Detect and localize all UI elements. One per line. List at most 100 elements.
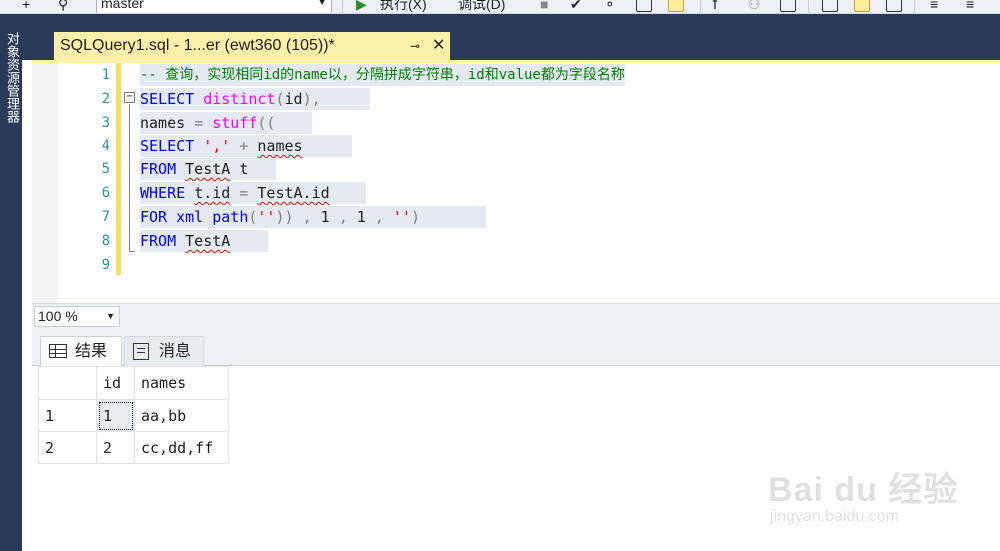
tab-messages[interactable]: 消息	[124, 336, 204, 366]
code-operator: =	[239, 184, 249, 202]
row-header[interactable]: 2	[38, 431, 97, 464]
code-identifier: id	[284, 90, 303, 108]
code-keyword: FROM	[140, 160, 177, 178]
tab-results[interactable]: 结果	[40, 336, 122, 366]
object-explorer-side-tab[interactable]: 对象资源管理器	[0, 14, 22, 551]
code-keyword: FOR	[140, 208, 168, 226]
code-punct: ,	[374, 208, 384, 226]
code-keyword: FROM	[140, 232, 177, 250]
line-number: 3	[101, 115, 110, 131]
chevron-down-icon: ▼	[317, 0, 327, 8]
execute-button[interactable]: 执行(X)	[380, 0, 427, 13]
tab-results-label: 结果	[75, 341, 108, 360]
code-operator: =	[194, 114, 204, 132]
zoom-bar: 100 % ▼	[32, 303, 1000, 328]
query-editor[interactable]: 1 2 3 4 5 6 7 8 9 − -- 查询，实现相同id的name以，分…	[32, 63, 1000, 303]
code-string: ''	[392, 208, 411, 226]
code-punct: ))	[275, 208, 294, 226]
code-line-6: WHERE t.id = TestA.id	[140, 182, 366, 204]
collapse-toggle-icon[interactable]: −	[124, 92, 135, 103]
toolbar: + ⚲ master ▼ ▶ 执行(X) 调试(D) ■ ✔ ⚬ ꝉ ⚇ ≡ ≡	[0, 0, 1000, 14]
intellisense-icon[interactable]	[668, 0, 684, 12]
column-header-names[interactable]: names	[134, 366, 229, 400]
grid-corner[interactable]	[38, 366, 97, 400]
toolbar-divider	[914, 0, 915, 13]
database-select[interactable]: master ▼	[96, 0, 332, 13]
code-keyword: SELECT	[140, 137, 195, 155]
chevron-down-icon: ▼	[106, 311, 115, 321]
results-grid: id names 1 1 aa,bb 2 2 cc,dd,ff	[38, 366, 229, 464]
grid-cell-id[interactable]: 1	[96, 399, 135, 432]
code-function: distinct	[203, 90, 276, 108]
pin-icon[interactable]: ⊸	[410, 32, 420, 60]
uncomment-lines-icon[interactable]: ≡	[966, 0, 974, 13]
code-identifier: t.id	[194, 184, 231, 202]
table-row: 2 2 cc,dd,ff	[38, 431, 229, 464]
fold-guide-line	[129, 104, 130, 252]
code-line-3: names = stuff((	[140, 112, 312, 134]
messages-icon	[133, 343, 149, 360]
zoom-select[interactable]: 100 % ▼	[34, 306, 120, 327]
change-tracking-bar	[116, 63, 121, 275]
result-tabs: 结果 消息	[32, 328, 1000, 366]
line-number: 7	[101, 209, 110, 225]
code-keyword: WHERE	[140, 184, 186, 202]
code-identifier: TestA.id	[257, 184, 330, 202]
grid-icon	[49, 344, 67, 358]
code-number: 1	[356, 208, 366, 226]
line-number: 9	[101, 257, 110, 273]
comment-lines-icon[interactable]: ≡	[930, 0, 938, 13]
query-options-icon[interactable]	[636, 0, 652, 12]
code-keyword: SELECT	[140, 90, 195, 108]
line-number: 2	[101, 91, 110, 107]
client-stats-icon[interactable]	[780, 0, 796, 12]
toolbar-divider	[700, 0, 701, 13]
code-line-1: -- 查询，实现相同id的name以，分隔拼成字符串，id和value都为字段名…	[140, 64, 625, 86]
baidu-watermark: Bai du 经验 jingyan.baidu.com	[768, 440, 988, 530]
results-pane: id names 1 1 aa,bb 2 2 cc,dd,ff Bai du 经…	[32, 366, 1000, 551]
results-to-file-icon[interactable]	[886, 0, 902, 12]
row-header[interactable]: 1	[38, 399, 97, 432]
results-to-grid-icon[interactable]	[854, 0, 870, 12]
line-number: 5	[101, 161, 110, 177]
zoom-value: 100 %	[38, 308, 78, 324]
grid-cell-names[interactable]: cc,dd,ff	[134, 431, 229, 464]
code-punct: (	[275, 90, 285, 108]
add-icon[interactable]: +	[22, 0, 30, 13]
parse-check-icon[interactable]: ✔	[570, 0, 582, 13]
code-line-5: FROM TestA t	[140, 158, 276, 180]
stop-icon[interactable]: ■	[540, 0, 548, 13]
code-identifier: TestA	[185, 160, 231, 178]
code-punct: ((	[257, 114, 276, 132]
grid-cell-id[interactable]: 2	[96, 431, 135, 464]
grid-header-row: id names	[38, 366, 229, 400]
code-line-2: SELECT distinct(id),	[140, 88, 370, 110]
toolbar-divider	[342, 0, 343, 13]
watermark-brand: Bai du 经验	[768, 471, 959, 509]
code-line-4: SELECT ',' + names	[140, 135, 352, 157]
code-keyword: path	[212, 208, 249, 226]
live-stats-icon[interactable]: ⚇	[748, 0, 761, 13]
code-punct: )	[410, 208, 420, 226]
code-line-7: FOR xml path('')) , 1 , 1 , '')	[140, 206, 486, 228]
results-to-text-icon[interactable]	[822, 0, 838, 12]
object-explorer-label: 对象资源管理器	[4, 32, 19, 123]
column-header-id[interactable]: id	[96, 366, 135, 400]
grid-cell-names[interactable]: aa,bb	[134, 399, 229, 432]
code-punct: ,	[302, 208, 312, 226]
table-row: 1 1 aa,bb	[38, 399, 229, 432]
database-select-value: master	[101, 0, 144, 11]
execute-play-icon[interactable]: ▶	[356, 0, 367, 13]
line-number: 8	[101, 233, 110, 249]
estimated-plan-icon[interactable]: ⚬	[604, 0, 616, 13]
debug-button[interactable]: 调试(D)	[458, 0, 505, 13]
code-identifier: names	[257, 137, 303, 155]
include-plan-icon[interactable]: ꝉ	[712, 0, 718, 13]
tab-messages-label: 消息	[159, 341, 192, 360]
watermark-url: jingyan.baidu.com	[770, 508, 899, 525]
pin-tool-icon[interactable]: ⚲	[58, 0, 68, 13]
code-keyword: xml	[176, 208, 204, 226]
close-icon[interactable]: ✕	[432, 32, 445, 60]
tab-sqlquery1[interactable]: SQLQuery1.sql - 1...er (ewt360 (105))* ⊸…	[54, 32, 450, 60]
code-function: stuff	[212, 114, 258, 132]
